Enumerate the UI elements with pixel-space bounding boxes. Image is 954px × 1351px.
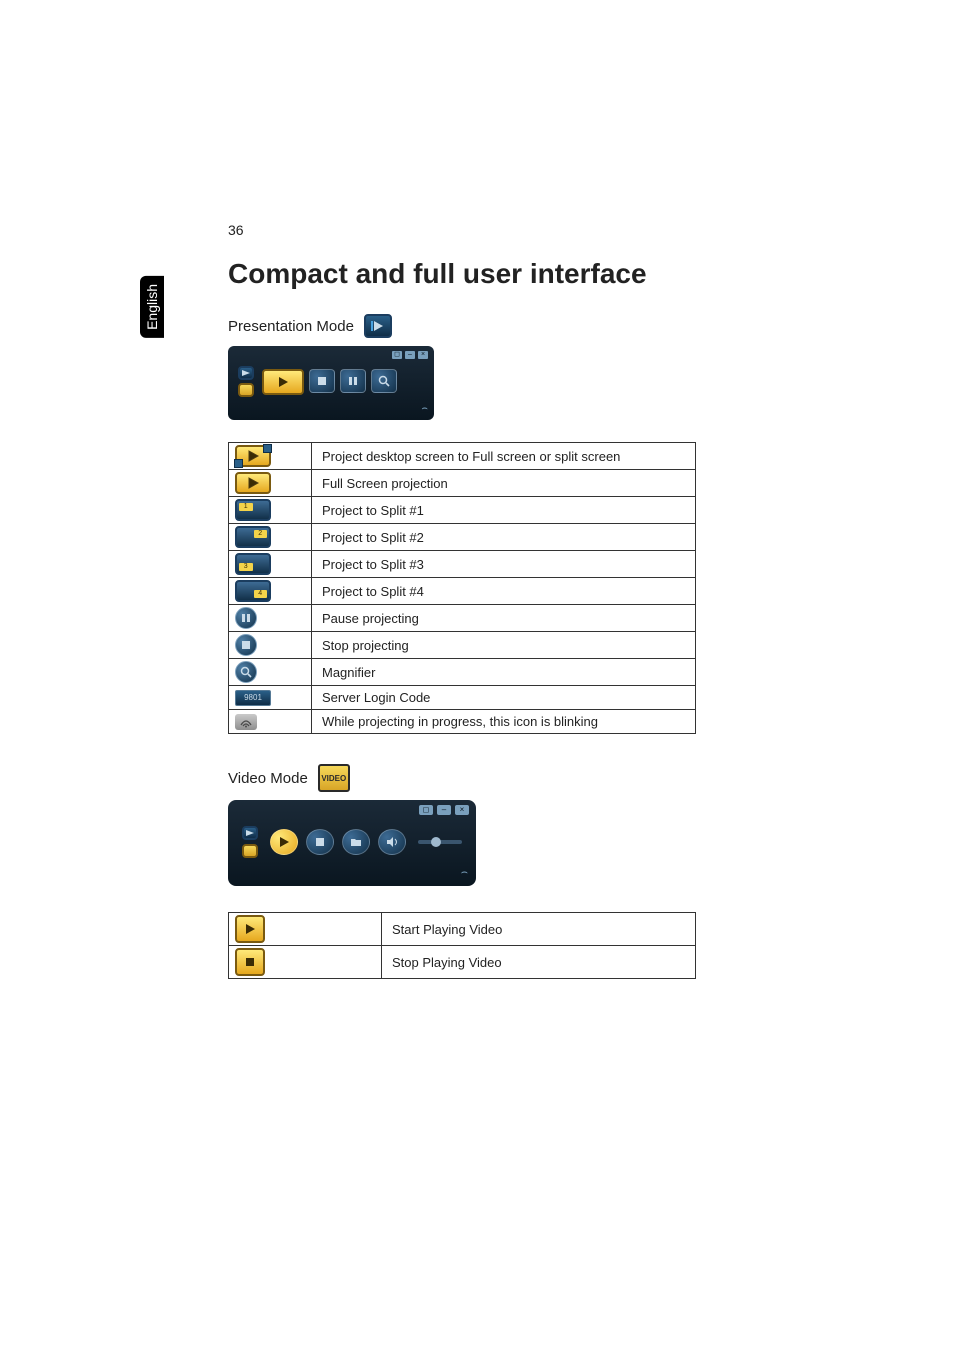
volume-button [378, 829, 406, 855]
full-play-icon [235, 472, 271, 494]
split-play-icon [235, 445, 271, 467]
window-button: ◻ [392, 351, 402, 359]
desc-cell: Project desktop screen to Full screen or… [312, 443, 696, 470]
table-row: Stop projecting [229, 632, 696, 659]
video-compact-toolbar: ◻ – × ⌢ [228, 800, 476, 886]
magnifier-button-icon [371, 369, 397, 393]
icon-cell: 2 [229, 524, 312, 551]
minimize-button: – [437, 805, 451, 815]
table-row: Magnifier [229, 659, 696, 686]
desc-cell: Start Playing Video [382, 913, 696, 946]
icon-cell [229, 470, 312, 497]
icon-cell [229, 605, 312, 632]
icon-cell: 3 [229, 551, 312, 578]
table-row: 2 Project to Split #2 [229, 524, 696, 551]
presentation-mode-heading: Presentation Mode [228, 314, 834, 338]
table-row: Start Playing Video [229, 913, 696, 946]
desc-cell: Project to Split #1 [312, 497, 696, 524]
table-row: 4 Project to Split #4 [229, 578, 696, 605]
split-2-icon: 2 [235, 526, 271, 548]
window-button: ◻ [419, 805, 433, 815]
stop-button-icon [309, 369, 335, 393]
icon-cell [229, 659, 312, 686]
video-play-icon [235, 915, 265, 943]
table-row: While projecting in progress, this icon … [229, 710, 696, 734]
magnifier-icon [235, 661, 257, 683]
close-button: × [455, 805, 469, 815]
table-row: Stop Playing Video [229, 946, 696, 979]
desc-cell: Project to Split #2 [312, 524, 696, 551]
desc-cell: Pause projecting [312, 605, 696, 632]
icon-cell: 4 [229, 578, 312, 605]
table-row: Pause projecting [229, 605, 696, 632]
icon-cell [229, 913, 382, 946]
icon-cell: 1 [229, 497, 312, 524]
volume-slider [418, 840, 462, 844]
desc-cell: Full Screen projection [312, 470, 696, 497]
pause-button-icon [340, 369, 366, 393]
close-button: × [418, 351, 428, 359]
video-mode-icon: VIDEO [318, 764, 350, 792]
video-play-button [270, 829, 298, 855]
desc-cell: Project to Split #4 [312, 578, 696, 605]
video-mode-tab-icon [242, 844, 258, 858]
table-row: 9801 Server Login Code [229, 686, 696, 710]
section-title: Compact and full user interface [228, 258, 834, 290]
mode-switch-icon [242, 826, 258, 840]
desc-cell: Stop Playing Video [382, 946, 696, 979]
stop-icon [235, 634, 257, 656]
icon-cell [229, 632, 312, 659]
minimize-button: – [405, 351, 415, 359]
table-row: Full Screen projection [229, 470, 696, 497]
presentation-icon-table: Project desktop screen to Full screen or… [228, 442, 696, 734]
table-row: 1 Project to Split #1 [229, 497, 696, 524]
desc-cell: Server Login Code [312, 686, 696, 710]
server-code-icon: 9801 [235, 690, 271, 706]
video-mode-heading: Video Mode VIDEO [228, 764, 834, 792]
icon-cell [229, 443, 312, 470]
desc-cell: Project to Split #3 [312, 551, 696, 578]
pause-icon [235, 607, 257, 629]
wifi-indicator: ⌢ [232, 403, 430, 416]
presentation-compact-toolbar: ◻ – × ⌢ [228, 346, 434, 420]
video-mode-tab-icon [238, 383, 254, 397]
desc-cell: Magnifier [312, 659, 696, 686]
page-number: 36 [228, 222, 244, 238]
presentation-mode-icon [364, 314, 392, 338]
mode-switch-icon [238, 366, 254, 380]
icon-cell: 9801 [229, 686, 312, 710]
video-stop-button [306, 829, 334, 855]
video-mode-label: Video Mode [228, 770, 308, 787]
play-split-button [262, 369, 304, 395]
icon-cell [229, 946, 382, 979]
video-icon-table: Start Playing VideoStop Playing Video [228, 912, 696, 979]
split-1-icon: 1 [235, 499, 271, 521]
wifi-icon [235, 714, 257, 730]
desc-cell: While projecting in progress, this icon … [312, 710, 696, 734]
split-3-icon: 3 [235, 553, 271, 575]
icon-cell [229, 710, 312, 734]
presentation-mode-label: Presentation Mode [228, 318, 354, 335]
open-file-button [342, 829, 370, 855]
wifi-indicator: ⌢ [232, 866, 472, 882]
table-row: Project desktop screen to Full screen or… [229, 443, 696, 470]
desc-cell: Stop projecting [312, 632, 696, 659]
video-stop-icon [235, 948, 265, 976]
split-4-icon: 4 [235, 580, 271, 602]
language-tab: English [140, 276, 164, 338]
table-row: 3 Project to Split #3 [229, 551, 696, 578]
